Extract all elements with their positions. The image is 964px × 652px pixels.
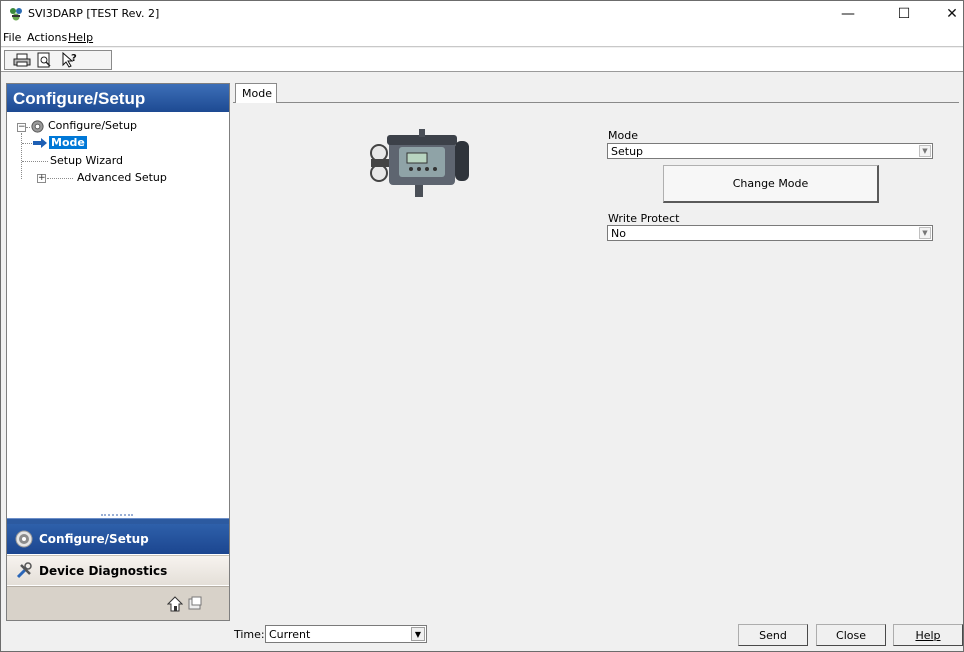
nav-device-diagnostics-button[interactable]: Device Diagnostics bbox=[7, 555, 229, 585]
nav-configure-setup-button[interactable]: Configure/Setup bbox=[7, 524, 229, 554]
title-bar: SVI3DARP [TEST Rev. 2] — ☐ ✕ bbox=[1, 1, 963, 27]
toolbar: ? bbox=[1, 48, 963, 72]
tree-item-label: Configure/Setup bbox=[48, 119, 138, 132]
splitter-grip bbox=[101, 514, 133, 516]
tree-connector bbox=[22, 143, 32, 144]
time-select[interactable]: Current ▼ bbox=[265, 625, 427, 643]
context-help-icon[interactable]: ? bbox=[61, 52, 79, 68]
chevron-down-icon[interactable]: ▼ bbox=[411, 627, 425, 641]
write-protect-select[interactable]: No ▼ bbox=[607, 225, 933, 241]
menu-bar: File Actions Help bbox=[1, 27, 963, 47]
write-protect-select-value: No bbox=[611, 227, 626, 240]
mode-label: Mode bbox=[608, 129, 638, 142]
tree-item-label: Setup Wizard bbox=[50, 154, 124, 167]
menu-help[interactable]: Help bbox=[68, 31, 93, 44]
menu-actions[interactable]: Actions bbox=[27, 31, 67, 44]
time-label: Time: bbox=[234, 628, 265, 641]
mode-select-value: Setup bbox=[611, 145, 644, 158]
bottom-bar: Time: Current ▼ Send Close Help bbox=[1, 621, 963, 651]
panel-header: Configure/Setup bbox=[7, 84, 229, 112]
home-icon[interactable] bbox=[167, 596, 183, 612]
app-icon bbox=[10, 8, 22, 21]
time-select-value: Current bbox=[269, 628, 311, 641]
mode-select[interactable]: Setup ▼ bbox=[607, 143, 933, 159]
tree-connector bbox=[22, 161, 48, 162]
expand-toggle-icon[interactable]: + bbox=[37, 174, 46, 183]
toolbar-button-group: ? bbox=[4, 50, 112, 70]
gear-icon bbox=[31, 120, 44, 133]
chevron-down-icon[interactable]: ▼ bbox=[919, 227, 931, 239]
help-button[interactable]: Help bbox=[893, 624, 963, 646]
close-button[interactable]: Close bbox=[816, 624, 886, 646]
tree-item-advanced-setup[interactable]: Advanced Setup bbox=[77, 171, 167, 187]
content-area: Mode Mode Setup ▼ Change Mode Write Prot… bbox=[233, 83, 959, 619]
arrow-right-icon bbox=[33, 138, 47, 148]
window-title: SVI3DARP [TEST Rev. 2] bbox=[28, 7, 160, 20]
tree-item-configure-setup[interactable]: Configure/Setup bbox=[48, 119, 137, 135]
window-icon[interactable] bbox=[187, 596, 203, 612]
tree-item-mode[interactable]: Mode bbox=[49, 136, 87, 152]
print-icon[interactable] bbox=[13, 52, 31, 68]
print-preview-icon[interactable] bbox=[35, 52, 53, 68]
close-window-button[interactable]: ✕ bbox=[929, 1, 964, 27]
positioner-device-image bbox=[370, 129, 469, 197]
change-mode-button[interactable]: Change Mode bbox=[663, 165, 879, 203]
svg-text:?: ? bbox=[71, 53, 77, 64]
tree-item-label: Advanced Setup bbox=[77, 171, 167, 184]
tree-connector bbox=[21, 133, 22, 179]
maximize-button[interactable]: ☐ bbox=[881, 1, 927, 27]
tree-connector bbox=[47, 178, 73, 179]
nav-button-label: Configure/Setup bbox=[39, 532, 149, 546]
gear-icon bbox=[15, 530, 33, 548]
tools-icon bbox=[16, 562, 32, 579]
chevron-down-icon[interactable]: ▼ bbox=[919, 145, 931, 157]
collapse-toggle-icon[interactable]: − bbox=[17, 123, 26, 132]
minimize-button[interactable]: — bbox=[825, 1, 871, 27]
tab-mode[interactable]: Mode bbox=[235, 83, 277, 103]
tree-item-label: Mode bbox=[49, 136, 87, 149]
application-window: SVI3DARP [TEST Rev. 2] — ☐ ✕ File Action… bbox=[0, 0, 964, 652]
send-button[interactable]: Send bbox=[738, 624, 808, 646]
tab-strip-border bbox=[233, 102, 959, 103]
panel-footer bbox=[7, 586, 229, 620]
menu-file[interactable]: File bbox=[3, 31, 21, 44]
nav-button-label: Device Diagnostics bbox=[39, 564, 168, 578]
write-protect-label: Write Protect bbox=[608, 212, 680, 225]
tree-view: − Configure/Setup Mode Setup Wizard + Ad… bbox=[7, 118, 229, 508]
navigation-panel: Configure/Setup − Configure/Setup Mode S… bbox=[6, 83, 230, 621]
tree-item-setup-wizard[interactable]: Setup Wizard bbox=[50, 154, 123, 170]
